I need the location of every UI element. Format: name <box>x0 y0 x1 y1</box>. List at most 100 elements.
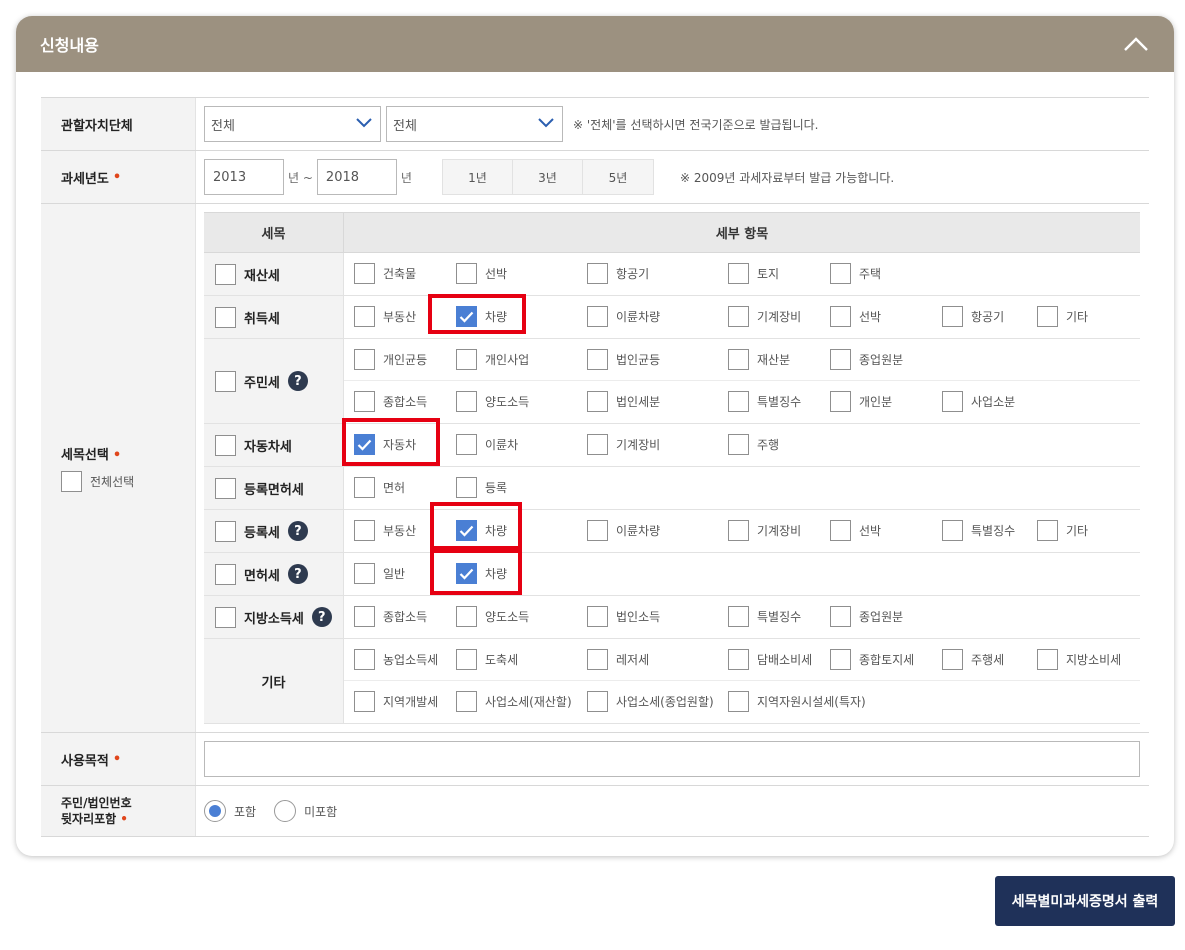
detail-checkbox[interactable]: 부동산 <box>354 306 416 327</box>
detail-checkbox[interactable]: 법인세분 <box>587 391 660 412</box>
detail-checkbox[interactable]: 종업원분 <box>830 349 903 370</box>
checkbox[interactable] <box>728 649 749 670</box>
detail-checkbox[interactable]: 종합소득 <box>354 606 427 627</box>
detail-checkbox[interactable]: 사업소세(재산할) <box>456 691 572 712</box>
checkbox[interactable] <box>942 649 963 670</box>
print-certificate-button[interactable]: 세목별미과세증명서 출력 <box>995 876 1175 926</box>
detail-checkbox[interactable]: 주택 <box>830 263 881 284</box>
tax-checkbox[interactable]: 취득세 <box>215 306 280 328</box>
checkbox[interactable] <box>830 306 851 327</box>
checkbox[interactable] <box>456 477 477 498</box>
checkbox[interactable] <box>354 649 375 670</box>
detail-checkbox[interactable]: 농업소득세 <box>354 649 438 670</box>
checkbox[interactable] <box>456 649 477 670</box>
year-to-input[interactable]: 2018 <box>316 159 397 195</box>
help-question-icon[interactable]: ? <box>287 564 308 584</box>
detail-checkbox[interactable]: 일반 <box>354 563 405 584</box>
checkbox[interactable] <box>456 263 477 284</box>
checkbox[interactable] <box>1037 520 1058 541</box>
checkbox[interactable] <box>215 563 236 585</box>
tax-checkbox[interactable]: 자동차세 <box>215 434 292 456</box>
detail-checkbox[interactable]: 토지 <box>728 263 779 284</box>
period-1-year-button[interactable]: 1년 <box>443 160 513 194</box>
detail-checkbox[interactable]: 특별징수 <box>728 606 801 627</box>
detail-checkbox[interactable]: 종합토지세 <box>830 649 914 670</box>
checkbox[interactable] <box>587 391 608 412</box>
detail-checkbox[interactable]: 종합소득 <box>354 391 427 412</box>
checkbox[interactable] <box>1037 306 1058 327</box>
detail-checkbox[interactable]: 재산분 <box>728 349 790 370</box>
checkbox[interactable] <box>456 349 477 370</box>
detail-checkbox[interactable]: 기계장비 <box>728 520 801 541</box>
checkbox[interactable] <box>728 263 749 284</box>
checkbox[interactable] <box>942 520 963 541</box>
help-question-icon[interactable]: ? <box>287 521 308 541</box>
tax-checkbox[interactable]: 재산세 <box>215 263 280 285</box>
detail-checkbox[interactable]: 담배소비세 <box>728 649 812 670</box>
jurisdiction-select-1[interactable]: 전체 <box>204 106 381 142</box>
detail-checkbox[interactable]: 레저세 <box>587 649 649 670</box>
checkbox[interactable] <box>354 520 375 541</box>
checkbox[interactable] <box>728 606 749 627</box>
checkbox[interactable] <box>215 306 236 328</box>
detail-checkbox[interactable]: 특별징수 <box>728 391 801 412</box>
detail-checkbox[interactable]: 특별징수 <box>942 520 1015 541</box>
detail-checkbox[interactable]: 개인균등 <box>354 349 427 370</box>
checkbox[interactable] <box>215 477 236 499</box>
detail-checkbox[interactable]: 부동산 <box>354 520 416 541</box>
checkbox[interactable] <box>587 263 608 284</box>
detail-checkbox[interactable]: 법인소득 <box>587 606 660 627</box>
detail-checkbox[interactable]: 이륜차 <box>456 434 518 455</box>
detail-checkbox[interactable]: 개인사업 <box>456 349 529 370</box>
select-all-checkbox[interactable] <box>61 471 82 492</box>
detail-checkbox[interactable]: 기타 <box>1037 306 1088 327</box>
checkbox[interactable] <box>215 520 236 542</box>
detail-checkbox[interactable]: 기계장비 <box>587 434 660 455</box>
checkbox[interactable] <box>587 306 608 327</box>
detail-checkbox[interactable]: 양도소득 <box>456 391 529 412</box>
detail-checkbox[interactable]: 개인분 <box>830 391 892 412</box>
checkbox[interactable] <box>354 691 375 712</box>
jurisdiction-select-2[interactable]: 전체 <box>386 106 563 142</box>
checkbox[interactable] <box>728 691 749 712</box>
checkbox[interactable] <box>728 349 749 370</box>
checkbox[interactable] <box>215 370 236 392</box>
checkbox[interactable] <box>354 263 375 284</box>
detail-checkbox[interactable]: 종업원분 <box>830 606 903 627</box>
checkbox[interactable] <box>456 391 477 412</box>
checkbox[interactable] <box>215 606 236 628</box>
checkbox[interactable] <box>354 477 375 498</box>
checkbox[interactable] <box>587 606 608 627</box>
checkbox[interactable] <box>728 391 749 412</box>
detail-checkbox[interactable]: 등록 <box>456 477 507 498</box>
detail-checkbox[interactable]: 이륜차량 <box>587 520 660 541</box>
detail-checkbox[interactable]: 사업소세(종업원할) <box>587 691 714 712</box>
tax-checkbox[interactable]: 주민세? <box>215 370 308 392</box>
period-3-year-button[interactable]: 3년 <box>513 160 583 194</box>
detail-checkbox[interactable]: 지역자원시설세(특자) <box>728 691 866 712</box>
radio-exclude[interactable]: 미포함 <box>274 800 337 822</box>
detail-checkbox[interactable]: 건축물 <box>354 263 416 284</box>
checkbox[interactable] <box>587 691 608 712</box>
checkbox[interactable] <box>354 391 375 412</box>
checkbox[interactable] <box>354 606 375 627</box>
detail-checkbox[interactable]: 사업소분 <box>942 391 1015 412</box>
tax-checkbox[interactable]: 등록면허세 <box>215 477 304 499</box>
checkbox[interactable] <box>728 306 749 327</box>
checkbox[interactable] <box>728 434 749 455</box>
checkbox[interactable] <box>728 520 749 541</box>
checkbox[interactable] <box>830 391 851 412</box>
period-5-year-button[interactable]: 5년 <box>583 160 653 194</box>
detail-checkbox[interactable]: 기계장비 <box>728 306 801 327</box>
checkbox[interactable] <box>587 649 608 670</box>
detail-checkbox[interactable]: 선박 <box>456 263 507 284</box>
detail-checkbox[interactable]: 선박 <box>830 520 881 541</box>
detail-checkbox[interactable]: 선박 <box>830 306 881 327</box>
checkbox[interactable] <box>830 520 851 541</box>
tax-checkbox[interactable]: 등록세? <box>215 520 308 542</box>
detail-checkbox[interactable]: 양도소득 <box>456 606 529 627</box>
purpose-input[interactable] <box>204 741 1140 777</box>
checkbox[interactable] <box>942 306 963 327</box>
tax-checkbox[interactable]: 면허세? <box>215 563 308 585</box>
checkbox[interactable] <box>587 434 608 455</box>
